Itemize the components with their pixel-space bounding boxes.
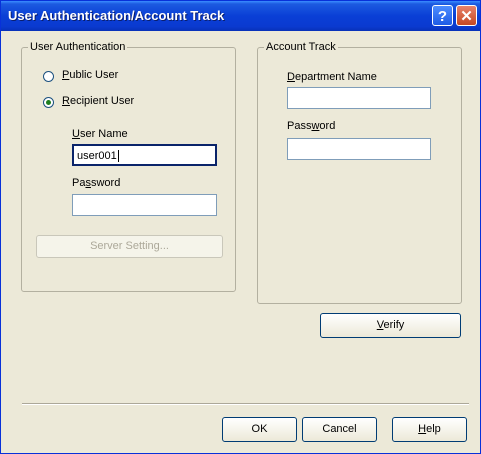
public-user-label[interactable]: Public User xyxy=(62,69,118,81)
divider xyxy=(22,403,469,404)
user-password-label: Password xyxy=(72,177,121,189)
cancel-label: Cancel xyxy=(322,423,357,435)
user-name-label: User Name xyxy=(72,128,128,140)
ok-label: OK xyxy=(251,423,268,435)
user-password-input[interactable] xyxy=(72,194,217,216)
account-password-label: Password xyxy=(287,120,336,132)
recipient-user-label[interactable]: Recipient User xyxy=(62,95,134,107)
account-track-legend: Account Track xyxy=(264,41,338,53)
dialog-window: User Authentication/Account Track ? ✕ Us… xyxy=(0,0,481,454)
ok-button[interactable]: OK xyxy=(222,417,297,442)
window-title: User Authentication/Account Track xyxy=(8,8,225,23)
server-setting-label: Server Setting... xyxy=(90,240,169,252)
help-button[interactable]: Help xyxy=(392,417,467,442)
cancel-button[interactable]: Cancel xyxy=(302,417,377,442)
title-bar[interactable]: User Authentication/Account Track ? ✕ xyxy=(1,1,480,31)
server-setting-button[interactable]: Server Setting... xyxy=(36,235,223,258)
department-name-input[interactable] xyxy=(287,87,431,109)
user-name-value: user001 xyxy=(77,150,117,162)
department-name-label: Department Name xyxy=(287,71,377,83)
recipient-user-radio[interactable] xyxy=(43,97,54,108)
close-icon[interactable]: ✕ xyxy=(456,5,477,26)
help-icon[interactable]: ? xyxy=(432,5,453,26)
user-authentication-legend: User Authentication xyxy=(28,41,128,53)
public-user-radio[interactable] xyxy=(43,71,54,82)
verify-button[interactable]: Verify xyxy=(320,313,461,338)
account-track-group: Account Track xyxy=(257,41,462,304)
user-name-input[interactable]: user001 xyxy=(72,144,217,166)
account-password-input[interactable] xyxy=(287,138,431,160)
